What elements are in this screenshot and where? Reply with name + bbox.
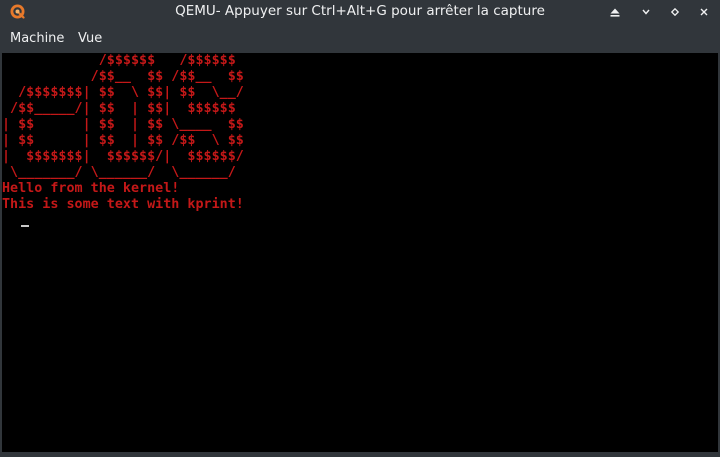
menu-vue[interactable]: Vue [78,31,102,47]
console-output: /$$$$$$ /$$$$$$ /$$__ $$ /$$__ $$ /$$$$$… [2,53,244,213]
maximize-icon[interactable] [667,4,683,20]
text-cursor [21,225,29,227]
vm-display[interactable]: /$$$$$$ /$$$$$$ /$$__ $$ /$$__ $$ /$$$$$… [2,53,718,452]
ascii-logo-line: | $$ | $$ | $$ \____ $$ [2,117,244,132]
kernel-message: Hello from the kernel! [2,181,180,196]
menu-machine[interactable]: Machine [10,31,64,47]
qemu-window: QEMU- Appuyer sur Ctrl+Alt+G pour arrête… [0,0,720,457]
ascii-logo-line: | $$ | $$ | $$ /$$ \ $$ [2,133,244,148]
ascii-logo-line: /$$$$$$$| $$ \ $$| $$ \__/ [2,85,244,100]
shade-up-icon[interactable] [607,4,623,20]
ascii-logo-line: /$$_____/| $$ | $$| $$$$$$ [2,101,244,116]
ascii-logo-line: /$$__ $$ /$$__ $$ [2,69,244,84]
close-icon[interactable] [696,4,712,20]
kprint-message: This is some text with kprint! [2,197,244,212]
minimize-icon[interactable] [638,4,654,20]
ascii-logo-line: \_______/ \______/ \______/ [2,165,244,180]
menu-bar: Machine Vue [0,24,720,53]
ascii-logo-line: /$$$$$$ /$$$$$$ [2,53,244,68]
title-bar[interactable]: QEMU- Appuyer sur Ctrl+Alt+G pour arrête… [0,0,720,24]
ascii-logo-line: | $$$$$$$| $$$$$$/| $$$$$$/ [2,149,244,164]
